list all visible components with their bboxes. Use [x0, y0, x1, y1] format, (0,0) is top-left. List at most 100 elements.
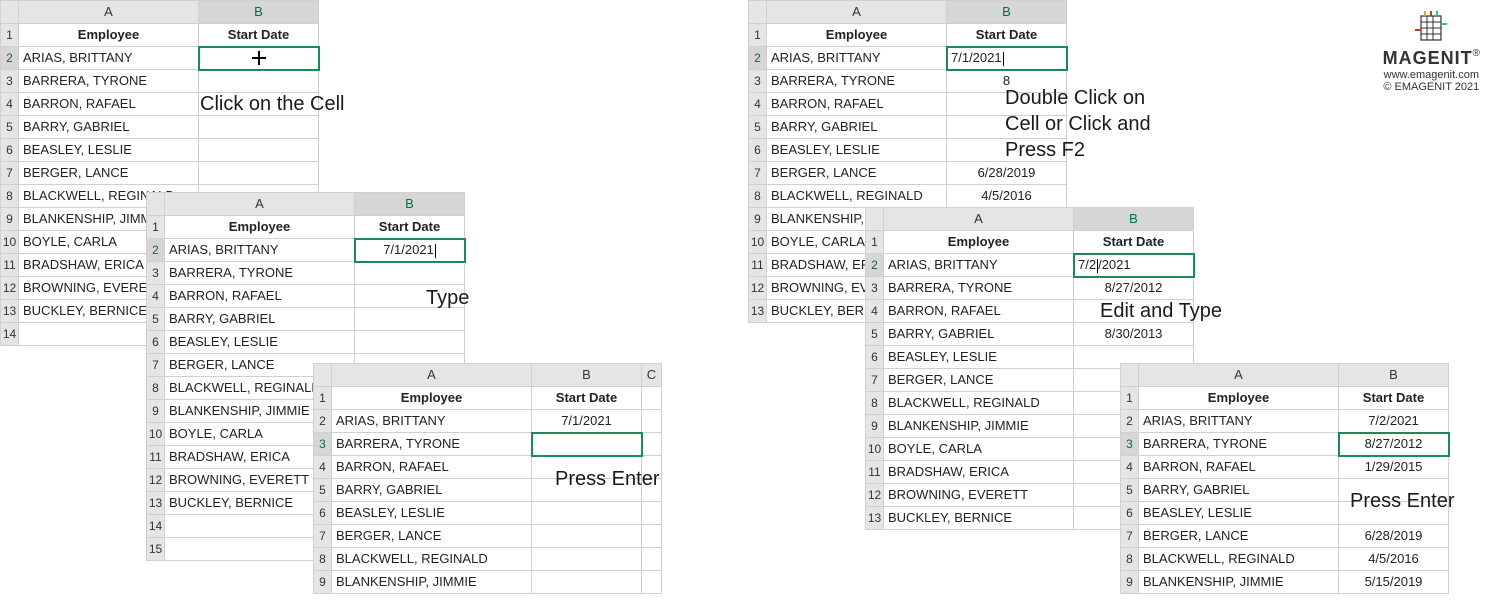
cell-date[interactable]: 4/5/2016 — [947, 185, 1067, 208]
col-a-header[interactable]: A — [1139, 364, 1339, 387]
cell-employee-header[interactable]: Employee — [884, 231, 1074, 254]
cell-selected-b3[interactable] — [532, 433, 642, 456]
cell-name[interactable]: BLACKWELL, REGINALD — [1139, 548, 1339, 571]
cell-startdate-header[interactable]: Start Date — [947, 24, 1067, 47]
cell-editing-b2[interactable]: 7/1/2021 — [947, 47, 1067, 70]
col-a-header[interactable]: A — [332, 364, 532, 387]
cell-name[interactable]: BEASLEY, LESLIE — [767, 139, 947, 162]
cell-name[interactable]: ARIAS, BRITTANY — [884, 254, 1074, 277]
brand-copyright: © EMAGENIT 2021 — [1383, 81, 1480, 93]
cell-name[interactable]: BEASLEY, LESLIE — [884, 346, 1074, 369]
cell-name[interactable]: ARIAS, BRITTANY — [165, 239, 355, 262]
col-c-header[interactable]: C — [642, 364, 662, 387]
cell-name[interactable]: BLANKENSHIP, JIMMIE — [1139, 571, 1339, 594]
col-a-header[interactable]: A — [165, 193, 355, 216]
cell-name[interactable]: BEASLEY, LESLIE — [1139, 502, 1339, 525]
cell-employee-header[interactable]: Employee — [165, 216, 355, 239]
cell-name[interactable]: BARRY, GABRIEL — [19, 116, 199, 139]
cell-name[interactable]: ARIAS, BRITTANY — [19, 47, 199, 70]
cell-name[interactable]: BARRON, RAFAEL — [332, 456, 532, 479]
col-b-header[interactable]: B — [355, 193, 465, 216]
cell-date[interactable]: 4/5/2016 — [1339, 548, 1449, 571]
cell-name[interactable]: BARRY, GABRIEL — [767, 116, 947, 139]
cell-name[interactable]: BARRON, RAFAEL — [767, 93, 947, 116]
cell-startdate-header[interactable]: Start Date — [355, 216, 465, 239]
cell-name[interactable]: BLACKWELL, REGINALD — [767, 185, 947, 208]
cell-name[interactable]: BARRERA, TYRONE — [19, 70, 199, 93]
cell-name[interactable]: BARRERA, TYRONE — [884, 277, 1074, 300]
cell-name[interactable]: BARRY, GABRIEL — [884, 323, 1074, 346]
cell-date[interactable]: 8/30/2013 — [1074, 323, 1194, 346]
cell-date[interactable]: 5/15/2019 — [1339, 571, 1449, 594]
cell-editing-b2[interactable]: 7/1/2021 — [355, 239, 465, 262]
cell-name[interactable]: BARRY, GABRIEL — [332, 479, 532, 502]
text-caret-icon — [1097, 259, 1098, 273]
emagenit-icon — [1413, 10, 1449, 46]
cell-name[interactable]: BARRERA, TYRONE — [165, 262, 355, 285]
cell-name[interactable]: BERGER, LANCE — [332, 525, 532, 548]
col-a-header[interactable]: A — [884, 208, 1074, 231]
cell-startdate-header[interactable]: Start Date — [1339, 387, 1449, 410]
text-caret-icon — [1003, 52, 1004, 66]
cell-name[interactable]: BERGER, LANCE — [884, 369, 1074, 392]
cell-date[interactable]: 8/27/2012 — [1074, 277, 1194, 300]
cell-name[interactable]: BOYLE, CARLA — [884, 438, 1074, 461]
cell-name[interactable]: BARRON, RAFAEL — [165, 285, 355, 308]
cell-name[interactable]: ARIAS, BRITTANY — [332, 410, 532, 433]
cell-editing-b2[interactable]: 7/2/2021 — [1074, 254, 1194, 277]
cell-employee-header[interactable]: Employee — [332, 387, 532, 410]
cell-name[interactable]: BERGER, LANCE — [19, 162, 199, 185]
cell-employee-header[interactable]: Employee — [767, 24, 947, 47]
brand-url: www.emagenit.com — [1383, 69, 1480, 81]
cell-date[interactable]: 6/28/2019 — [1339, 525, 1449, 548]
col-a-header[interactable]: A — [19, 1, 199, 24]
cell-name[interactable]: BLANKENSHIP, JIMMIE — [884, 415, 1074, 438]
col-a-header[interactable]: A — [767, 1, 947, 24]
cell-name[interactable]: BARRERA, TYRONE — [767, 70, 947, 93]
cell-selected-b2[interactable] — [199, 47, 319, 70]
label-edit-type: Edit and Type — [1100, 300, 1222, 323]
brand-logo: MAGENIT® www.emagenit.com © EMAGENIT 202… — [1383, 10, 1480, 93]
cell-startdate-header[interactable]: Start Date — [1074, 231, 1194, 254]
col-b-header[interactable]: B — [532, 364, 642, 387]
label-press-enter-right: Press Enter — [1350, 490, 1454, 513]
cell-name[interactable]: BERGER, LANCE — [1139, 525, 1339, 548]
cell-name[interactable]: BARRY, GABRIEL — [165, 308, 355, 331]
cell-name[interactable]: BARRERA, TYRONE — [332, 433, 532, 456]
label-type: Type — [426, 287, 469, 310]
cell-name[interactable]: BLACKWELL, REGINALD — [332, 548, 532, 571]
cell-name[interactable]: BERGER, LANCE — [767, 162, 947, 185]
label-click-cell: Click on the Cell — [200, 93, 345, 116]
cell-name[interactable]: ARIAS, BRITTANY — [767, 47, 947, 70]
cell-name[interactable]: BEASLEY, LESLIE — [165, 331, 355, 354]
cell-name[interactable]: BLACKWELL, REGINALD — [884, 392, 1074, 415]
cell-name[interactable]: BLANKENSHIP, JIMMIE — [332, 571, 532, 594]
cell-name[interactable]: BARRERA, TYRONE — [1139, 433, 1339, 456]
col-b-header[interactable]: B — [1339, 364, 1449, 387]
cell-name[interactable]: BROWNING, EVERETT — [884, 484, 1074, 507]
cell-name[interactable]: BARRON, RAFAEL — [1139, 456, 1339, 479]
col-b-header[interactable]: B — [199, 1, 319, 24]
cell-date[interactable]: 6/28/2019 — [947, 162, 1067, 185]
col-b-header[interactable]: B — [947, 1, 1067, 24]
cell-name[interactable]: BUCKLEY, BERNICE — [884, 507, 1074, 530]
cell-startdate-header[interactable]: Start Date — [532, 387, 642, 410]
cell-name[interactable]: BARRON, RAFAEL — [19, 93, 199, 116]
cell-date[interactable]: 7/2/2021 — [1339, 410, 1449, 433]
cursor-cross-icon — [252, 51, 266, 65]
cell-name[interactable]: BEASLEY, LESLIE — [332, 502, 532, 525]
cell-employee-header[interactable]: Employee — [19, 24, 199, 47]
label-press-enter: Press Enter — [555, 468, 659, 491]
grid-right-press-enter[interactable]: AB 1EmployeeStart Date 2ARIAS, BRITTANY7… — [1120, 363, 1449, 594]
cell-name[interactable]: BARRON, RAFAEL — [884, 300, 1074, 323]
cell-name[interactable]: BARRY, GABRIEL — [1139, 479, 1339, 502]
cell-date[interactable]: 7/1/2021 — [532, 410, 642, 433]
cell-name[interactable]: ARIAS, BRITTANY — [1139, 410, 1339, 433]
col-b-header[interactable]: B — [1074, 208, 1194, 231]
cell-date[interactable]: 1/29/2015 — [1339, 456, 1449, 479]
cell-employee-header[interactable]: Employee — [1139, 387, 1339, 410]
cell-name[interactable]: BEASLEY, LESLIE — [19, 139, 199, 162]
cell-startdate-header[interactable]: Start Date — [199, 24, 319, 47]
cell-selected-b3[interactable]: 8/27/2012 — [1339, 433, 1449, 456]
cell-name[interactable]: BRADSHAW, ERICA — [884, 461, 1074, 484]
